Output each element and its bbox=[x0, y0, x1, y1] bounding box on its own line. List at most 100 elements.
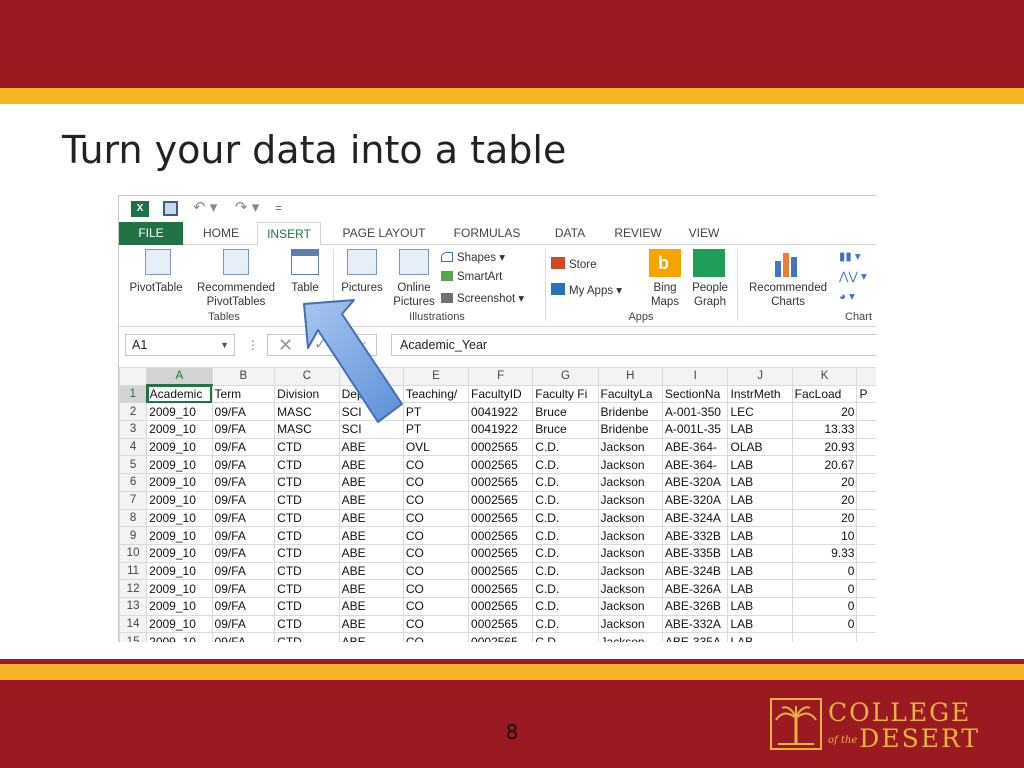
row-header[interactable]: 11 bbox=[119, 561, 148, 581]
cell[interactable]: ABE-364- bbox=[661, 437, 729, 457]
cell[interactable]: C.D. bbox=[532, 579, 599, 598]
cell[interactable]: PT bbox=[402, 420, 470, 439]
cell[interactable]: 0002565 bbox=[468, 614, 534, 634]
tab-page-layout[interactable]: PAGE LAYOUT bbox=[331, 222, 437, 245]
cell[interactable]: Jackson bbox=[597, 632, 663, 642]
row-header[interactable]: 2 bbox=[119, 402, 148, 422]
tab-formulas[interactable]: FORMULAS bbox=[445, 222, 529, 245]
cell[interactable]: Jackson bbox=[597, 455, 663, 475]
bing-maps-button[interactable]: b Bing Maps bbox=[645, 249, 685, 309]
cell[interactable]: Jackson bbox=[597, 543, 663, 563]
cell[interactable]: ABE bbox=[338, 508, 404, 528]
tab-review[interactable]: REVIEW bbox=[607, 222, 669, 245]
row-header[interactable]: 7 bbox=[119, 490, 148, 510]
row-header[interactable]: 4 bbox=[119, 437, 148, 457]
cell[interactable]: CTD bbox=[274, 543, 340, 563]
cell[interactable]: OLAB bbox=[727, 437, 793, 457]
row-header[interactable]: 10 bbox=[119, 543, 148, 563]
cell[interactable]: 20 bbox=[791, 402, 858, 422]
header-cell[interactable]: SectionNa bbox=[661, 384, 729, 404]
cell[interactable]: 0 bbox=[791, 614, 858, 634]
cell[interactable]: 0002565 bbox=[468, 561, 534, 581]
cell[interactable]: CO bbox=[402, 596, 470, 616]
row-header[interactable]: 1 bbox=[119, 384, 148, 404]
cell[interactable]: 2009_10 bbox=[146, 526, 213, 545]
cell[interactable] bbox=[856, 526, 876, 545]
cell[interactable]: Jackson bbox=[597, 579, 663, 598]
cell[interactable]: CO bbox=[402, 561, 470, 581]
row-header[interactable]: 8 bbox=[119, 508, 148, 528]
cell[interactable]: 2009_10 bbox=[146, 579, 213, 598]
cell[interactable]: SCI bbox=[338, 420, 404, 439]
row-header[interactable]: 6 bbox=[119, 473, 148, 492]
store-button[interactable]: Store bbox=[551, 257, 597, 271]
cell[interactable]: 09/FA bbox=[211, 437, 276, 457]
cell[interactable]: C.D. bbox=[532, 437, 599, 457]
cell[interactable]: C.D. bbox=[532, 455, 599, 475]
insert-function-icon[interactable]: fx bbox=[352, 335, 366, 355]
column-header[interactable]: F bbox=[468, 367, 534, 386]
cell[interactable]: CO bbox=[402, 473, 470, 492]
row-header[interactable]: 3 bbox=[119, 420, 148, 439]
cell[interactable]: 0 bbox=[791, 579, 858, 598]
cell[interactable]: CO bbox=[402, 543, 470, 563]
cell[interactable]: 2009_10 bbox=[146, 437, 213, 457]
cell[interactable]: LAB bbox=[727, 526, 793, 545]
cell[interactable]: CO bbox=[402, 508, 470, 528]
column-header[interactable]: J bbox=[727, 367, 793, 386]
cell[interactable]: ABE bbox=[338, 455, 404, 475]
cell[interactable]: 2009_10 bbox=[146, 420, 213, 439]
cell[interactable]: ABE-326B bbox=[661, 596, 729, 616]
cell[interactable]: 09/FA bbox=[211, 455, 276, 475]
save-icon[interactable] bbox=[163, 201, 178, 216]
cell[interactable]: Jackson bbox=[597, 508, 663, 528]
cell[interactable]: 20 bbox=[791, 490, 858, 510]
cell[interactable]: C.D. bbox=[532, 526, 599, 545]
row-header[interactable]: 12 bbox=[119, 579, 148, 598]
line-chart-icon[interactable]: ⋀⋁ ▾ bbox=[839, 269, 867, 283]
header-cell[interactable]: Dept_Dat bbox=[338, 384, 404, 404]
cell[interactable]: 20 bbox=[791, 473, 858, 492]
cell[interactable]: 20.67 bbox=[791, 455, 858, 475]
cell[interactable]: C.D. bbox=[532, 508, 599, 528]
cell[interactable]: LAB bbox=[727, 490, 793, 510]
cell[interactable] bbox=[856, 632, 876, 642]
cell[interactable]: A-001-350 bbox=[661, 402, 729, 422]
chevron-down-icon[interactable]: ▼ bbox=[220, 335, 229, 355]
cell[interactable]: CTD bbox=[274, 526, 340, 545]
column-header[interactable]: B bbox=[211, 367, 276, 386]
cell[interactable]: LAB bbox=[727, 455, 793, 475]
tab-home[interactable]: HOME bbox=[189, 222, 253, 245]
customize-qat-icon[interactable]: = bbox=[275, 201, 282, 217]
cell[interactable]: LAB bbox=[727, 614, 793, 634]
tab-file[interactable]: FILE bbox=[119, 222, 183, 245]
header-cell[interactable]: Faculty Fi bbox=[532, 384, 599, 404]
cell[interactable]: LAB bbox=[727, 543, 793, 563]
cell[interactable]: 13.33 bbox=[791, 420, 858, 439]
cell[interactable]: CTD bbox=[274, 455, 340, 475]
cell[interactable]: 0002565 bbox=[468, 543, 534, 563]
tab-data[interactable]: DATA bbox=[541, 222, 599, 245]
name-box[interactable]: A1 ▼ bbox=[125, 334, 235, 356]
cell[interactable]: CTD bbox=[274, 508, 340, 528]
column-header[interactable]: A bbox=[146, 367, 213, 387]
cell[interactable]: CTD bbox=[274, 473, 340, 492]
column-header[interactable]: K bbox=[791, 367, 858, 386]
cell[interactable]: PT bbox=[402, 402, 470, 422]
cell[interactable]: 0002565 bbox=[468, 437, 534, 457]
cell[interactable]: CTD bbox=[274, 614, 340, 634]
cell[interactable]: ABE-326A bbox=[661, 579, 729, 598]
row-header[interactable]: 15 bbox=[119, 632, 148, 642]
cell[interactable]: CTD bbox=[274, 490, 340, 510]
cell[interactable] bbox=[856, 490, 876, 510]
cell[interactable]: Jackson bbox=[597, 437, 663, 457]
header-cell[interactable]: InstrMeth bbox=[727, 384, 793, 404]
cell[interactable] bbox=[856, 473, 876, 492]
cell[interactable]: CO bbox=[402, 579, 470, 598]
cell[interactable] bbox=[856, 614, 876, 634]
cell[interactable]: C.D. bbox=[532, 561, 599, 581]
cell[interactable]: Bruce bbox=[532, 420, 599, 439]
cell[interactable]: 09/FA bbox=[211, 596, 276, 616]
redo-icon[interactable]: ↷ ▾ bbox=[235, 198, 259, 216]
cell[interactable]: Jackson bbox=[597, 614, 663, 634]
